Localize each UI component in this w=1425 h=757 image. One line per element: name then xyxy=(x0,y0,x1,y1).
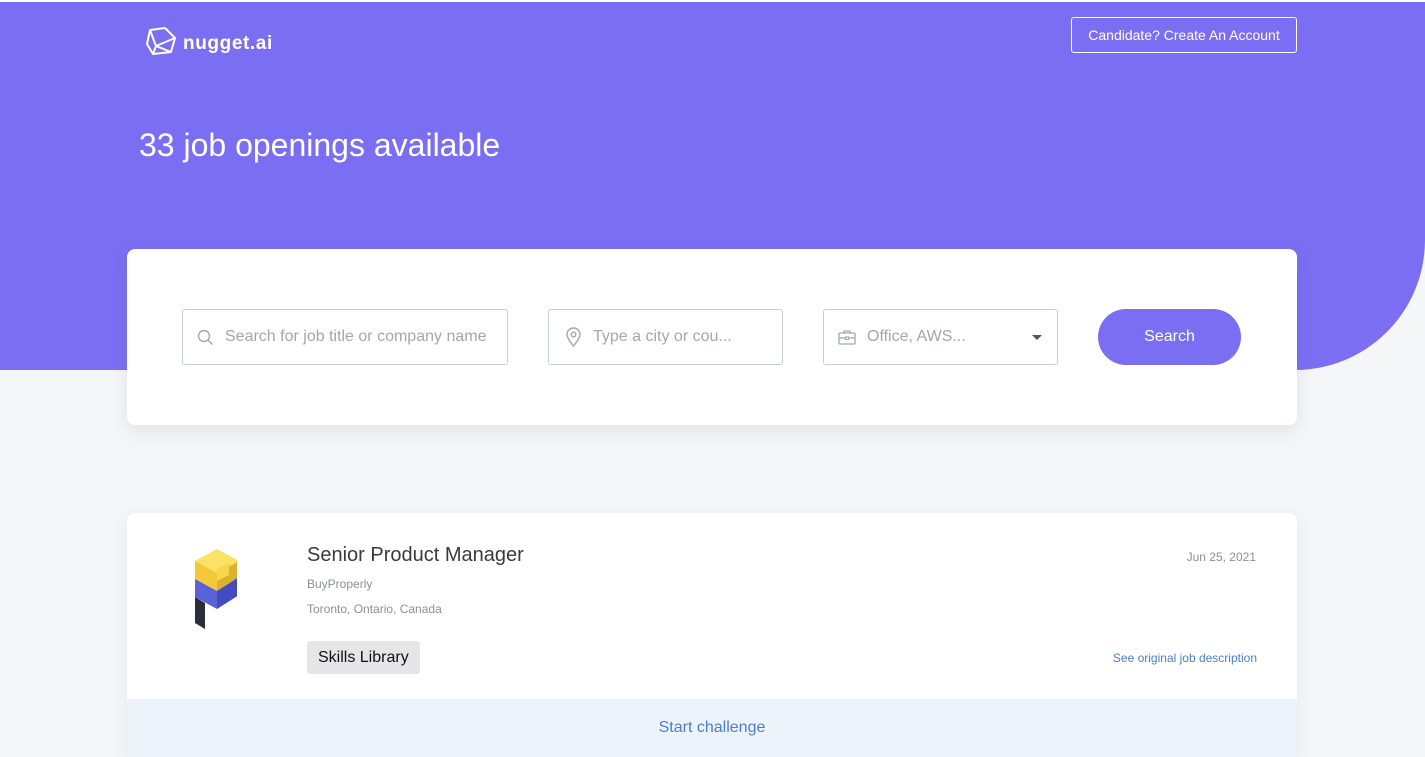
location-field[interactable] xyxy=(548,309,783,365)
original-job-description-link[interactable]: See original job description xyxy=(1113,651,1257,665)
workplace-select-value: Office, AWS... xyxy=(867,328,966,345)
nugget-logo[interactable]: nugget.ai xyxy=(145,26,273,61)
nugget-logo-icon xyxy=(145,26,177,61)
job-title[interactable]: Senior Product Manager xyxy=(307,544,524,567)
job-card[interactable]: Senior Product Manager BuyProperly Toron… xyxy=(127,513,1297,757)
company-name: BuyProperly xyxy=(307,577,373,591)
briefcase-icon xyxy=(838,329,856,345)
keyword-search-field[interactable] xyxy=(182,309,508,365)
skills-library-tag: Skills Library xyxy=(307,641,420,674)
search-panel: Office, AWS... Search xyxy=(127,249,1297,425)
location-pin-icon xyxy=(565,327,582,347)
chevron-down-icon[interactable] xyxy=(1032,334,1042,340)
top-border xyxy=(0,0,1425,2)
create-account-button[interactable]: Candidate? Create An Account xyxy=(1071,17,1297,53)
search-input[interactable] xyxy=(225,328,507,346)
page-title: 33 job openings available xyxy=(139,127,501,163)
search-button[interactable]: Search xyxy=(1098,309,1241,365)
location-input[interactable] xyxy=(593,328,782,346)
buyproperly-logo xyxy=(187,547,239,634)
posted-date: Jun 25, 2021 xyxy=(1186,550,1256,564)
job-location: Toronto, Ontario, Canada xyxy=(307,602,442,616)
workplace-select[interactable]: Office, AWS... xyxy=(823,309,1058,365)
logo-text: nugget.ai xyxy=(183,32,273,54)
start-challenge-button[interactable]: Start challenge xyxy=(127,699,1297,757)
search-icon xyxy=(197,329,214,346)
